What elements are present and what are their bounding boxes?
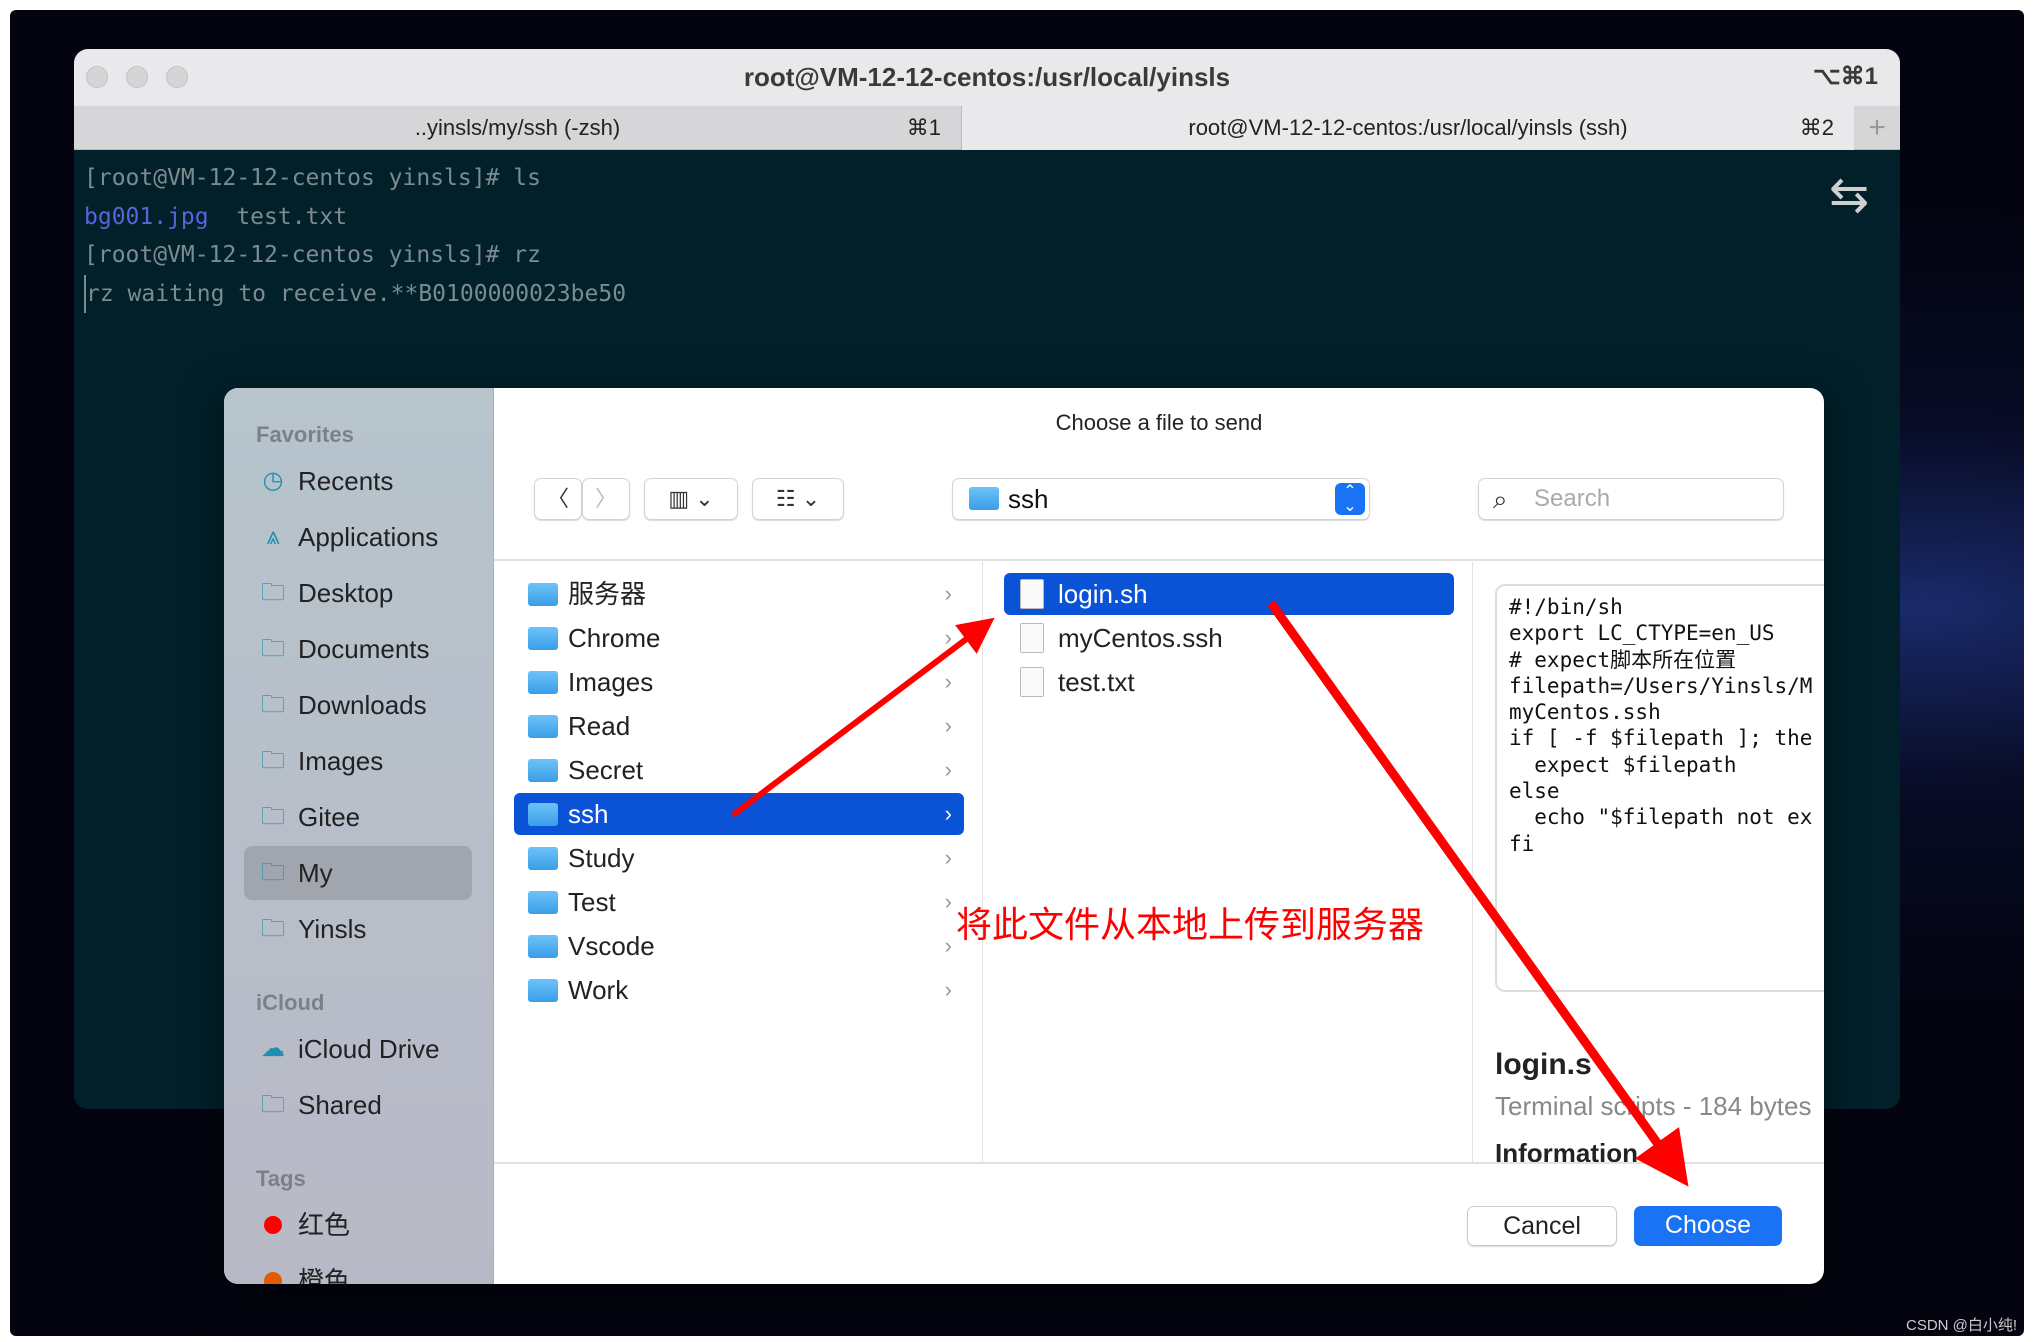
annotation-arrow	[1267, 600, 1689, 1187]
annotation-arrows	[731, 600, 1689, 1187]
annotation-text: 将此文件从本地上传到服务器	[956, 904, 1425, 945]
annotation-arrow	[731, 617, 995, 818]
watermark: CSDN @白小纯!	[1906, 1317, 2018, 1334]
